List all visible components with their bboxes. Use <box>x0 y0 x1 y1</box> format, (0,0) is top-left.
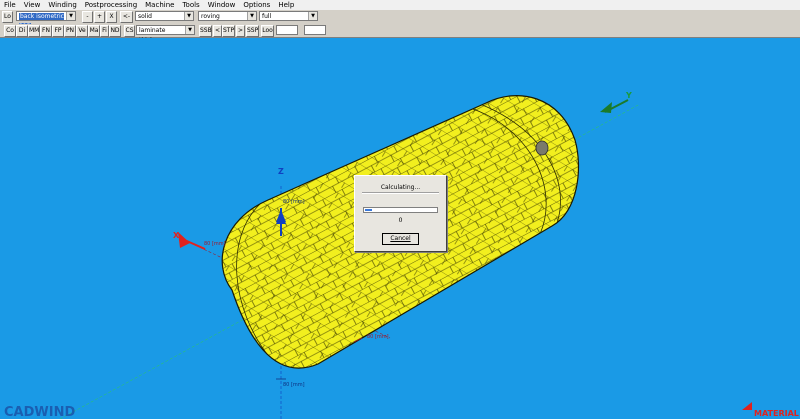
back-button[interactable]: <- <box>120 11 133 23</box>
menu-item-machine[interactable]: Machine <box>141 0 178 10</box>
toolbar-button[interactable]: ND <box>109 25 121 37</box>
progress-count: 0 <box>398 217 403 224</box>
material-select[interactable]: roving ▼ <box>198 11 257 21</box>
cancel-label: Cancel <box>390 235 411 242</box>
menu-item-help[interactable]: Help <box>274 0 298 10</box>
secondary-toolbar: Co Di MM FN FP PN Ve Ma Fi ND CS laminat… <box>0 24 800 44</box>
loo-button[interactable]: Loo <box>261 25 274 37</box>
chevron-down-icon[interactable]: ▼ <box>247 12 256 20</box>
zoom-in-button[interactable]: + <box>94 11 105 23</box>
menu-item-window[interactable]: Window <box>204 0 240 10</box>
calculating-dialog: Calculating... 0 Cancel <box>354 175 447 252</box>
display-mode-value: solid <box>138 13 152 20</box>
progress-fill <box>365 209 372 211</box>
x-axis-label: X <box>173 231 180 240</box>
cs-button[interactable]: CS <box>124 25 135 37</box>
toolbar-button[interactable]: FN <box>40 25 52 37</box>
detail-value: full <box>262 13 272 20</box>
toolbar-button[interactable]: Di <box>16 25 28 37</box>
x-tick-label: 80 [mm] <box>204 241 226 247</box>
z-tick-label: 80 [mm] <box>283 382 305 388</box>
menu-bar: File View Winding Postprocessing Machine Tool… <box>0 0 800 10</box>
z-axis-label: Z <box>278 167 284 176</box>
progress-bar <box>363 207 438 213</box>
y-axis-label: Y <box>625 91 632 100</box>
polar-opening <box>535 140 549 156</box>
toolbar-button[interactable]: Co <box>4 25 16 37</box>
close-view-button[interactable]: X <box>106 11 117 23</box>
material-logo: MATERIAL <box>754 409 799 418</box>
zoom-out-button[interactable]: - <box>82 11 93 23</box>
menu-item-winding[interactable]: Winding <box>44 0 80 10</box>
next-step-button[interactable]: > <box>236 25 245 37</box>
dialog-divider <box>362 192 439 194</box>
material-value: roving <box>201 13 220 20</box>
cancel-button[interactable]: Cancel <box>382 233 419 245</box>
y-axis-arrow <box>600 99 629 113</box>
toolbar-button[interactable]: Ve <box>76 25 88 37</box>
step-input[interactable] <box>276 25 298 35</box>
main-toolbar: Lo back isometric 315 ▼ - + X <- solid ▼… <box>0 10 800 30</box>
previous-step-button[interactable]: < <box>213 25 222 37</box>
menu-item-tools[interactable]: Tools <box>178 0 203 10</box>
menu-item-file[interactable]: File <box>0 0 20 10</box>
dialog-title: Calculating... <box>380 184 421 191</box>
chevron-down-icon[interactable]: ▼ <box>66 12 75 20</box>
ssp-button[interactable]: SSP <box>246 25 259 37</box>
ssb-button[interactable]: SSB <box>199 25 212 37</box>
cadwind-logo: CADWIND <box>4 405 75 419</box>
toolbar-button[interactable]: FP <box>52 25 64 37</box>
toolbar-button[interactable]: Ma <box>88 25 100 37</box>
lo-button[interactable]: Lo <box>2 11 13 23</box>
toolbar-button[interactable]: Fi <box>100 25 109 37</box>
chevron-down-icon[interactable]: ▼ <box>184 12 193 20</box>
toolbar-button[interactable]: MM <box>28 25 40 37</box>
value-input[interactable] <box>304 25 326 35</box>
material-logo-icon <box>742 402 752 410</box>
property-select[interactable]: laminate thickness ▼ <box>136 25 195 44</box>
toolbar-button[interactable]: PN <box>64 25 76 37</box>
menu-item-options[interactable]: Options <box>239 0 274 10</box>
x-tick-label: 80 [mm] <box>367 334 389 340</box>
menu-item-postprocessing[interactable]: Postprocessing <box>81 0 141 10</box>
z-tick-label: 80 [mm] <box>283 199 305 205</box>
chevron-down-icon[interactable]: ▼ <box>185 26 194 34</box>
detail-select[interactable]: full ▼ <box>259 11 318 21</box>
chevron-down-icon[interactable]: ▼ <box>308 12 317 20</box>
menu-item-view[interactable]: View <box>20 0 45 10</box>
view-select[interactable]: back isometric 315 ▼ <box>16 11 76 30</box>
x-axis-arrow <box>178 232 206 250</box>
stp-button[interactable]: STP <box>222 25 235 37</box>
display-mode-select[interactable]: solid ▼ <box>135 11 194 21</box>
